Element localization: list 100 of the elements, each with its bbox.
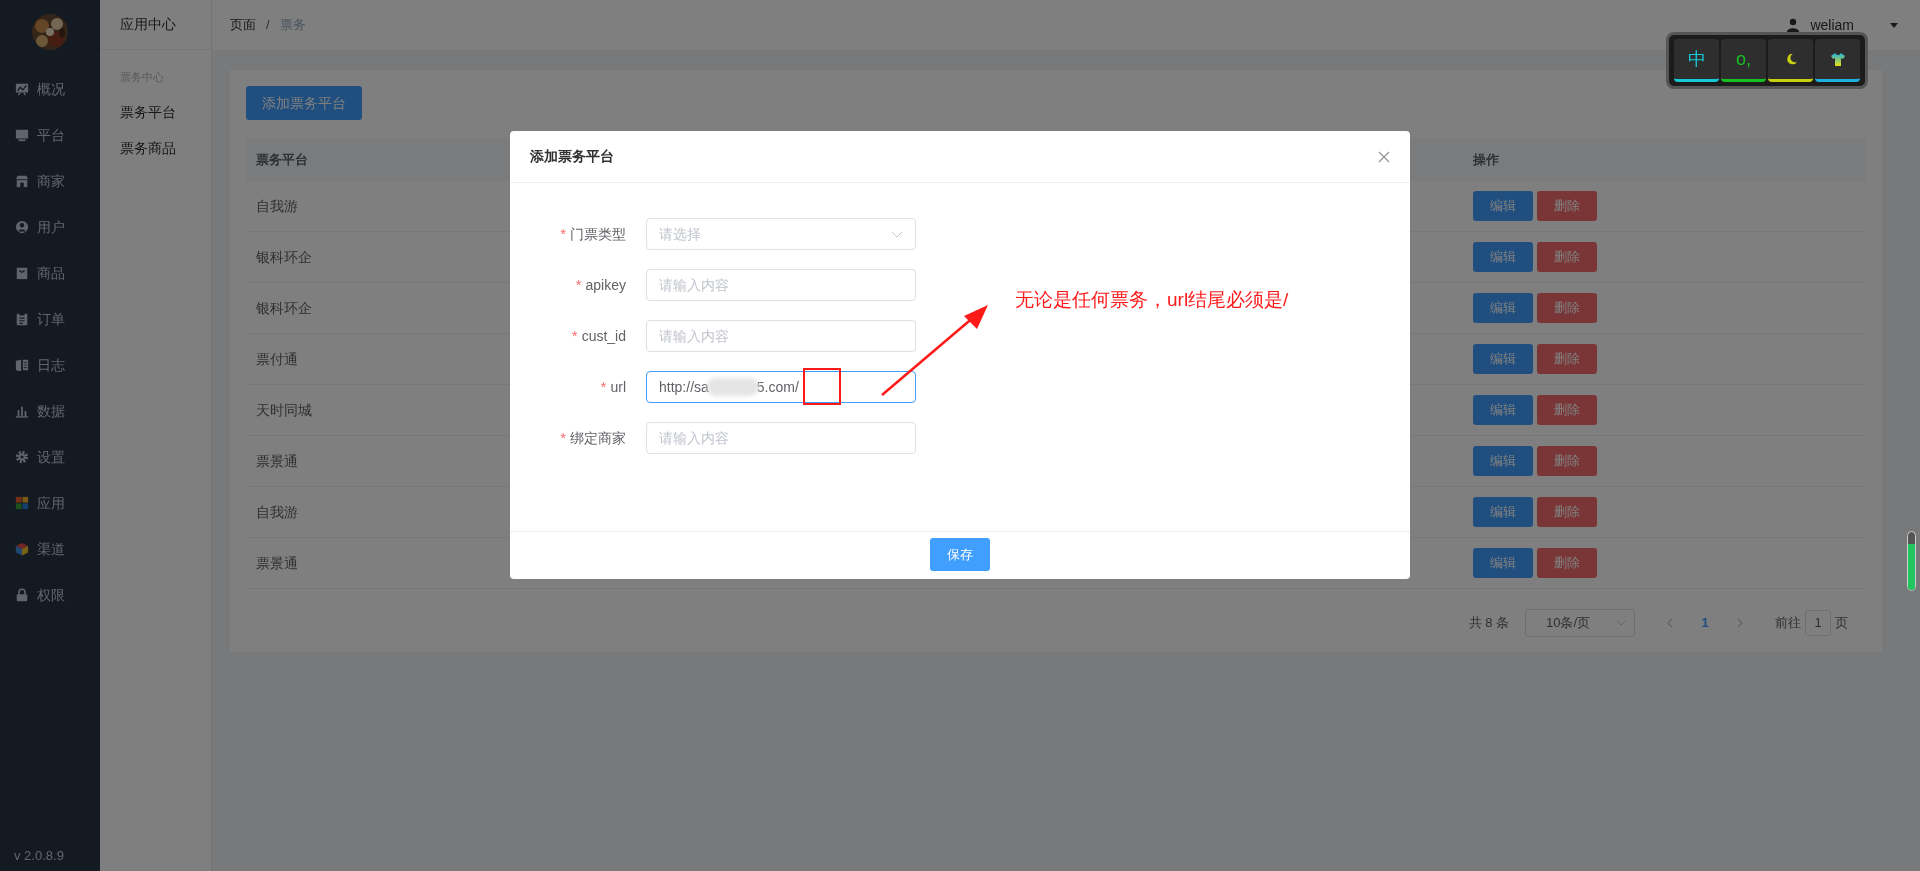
placeholder-text: 请输入内容 [659, 275, 729, 295]
delete-button[interactable]: 删除 [1537, 293, 1597, 323]
table-cell: 自我游 [256, 197, 298, 214]
field-label: cust_id [581, 326, 626, 346]
user-icon [1786, 18, 1801, 32]
bag-icon [15, 266, 29, 280]
cube-icon [15, 542, 29, 556]
delete-button[interactable]: 删除 [1537, 497, 1597, 527]
placeholder-text: 请选择 [659, 224, 702, 244]
shirt-icon [1829, 51, 1846, 67]
select-field[interactable]: 请选择 [646, 218, 916, 250]
table-cell: 票付通 [256, 350, 298, 367]
edit-button[interactable]: 编辑 [1473, 344, 1533, 374]
input-field[interactable]: 请输入内容 [646, 269, 916, 301]
table-cell: 票景通 [256, 452, 298, 469]
edit-button[interactable]: 编辑 [1473, 395, 1533, 425]
submenu-item[interactable]: 票务平台 [120, 101, 176, 123]
delete-button[interactable]: 删除 [1537, 548, 1597, 578]
close-button[interactable] [1378, 150, 1390, 163]
annotation-text: 无论是任何票务，url结尾必须是/ [1015, 288, 1289, 312]
input-field[interactable]: 请输入内容 [646, 422, 916, 454]
caret-icon [1890, 22, 1898, 28]
page-number[interactable]: 1 [1685, 613, 1725, 633]
delete-button[interactable]: 删除 [1537, 242, 1597, 272]
dialog-title: 添加票务平台 [530, 147, 614, 166]
placeholder-text: 请输入内容 [659, 428, 729, 448]
required-asterisk: * [575, 274, 582, 295]
submenu-title: 应用中心 [120, 15, 176, 34]
breadcrumb-item[interactable]: 页面 [230, 15, 256, 35]
delete-button[interactable]: 删除 [1537, 446, 1597, 476]
page-size-select[interactable]: 10条/页 [1525, 609, 1635, 637]
edit-button[interactable]: 编辑 [1473, 242, 1533, 272]
table-cell: 银科环企 [256, 248, 312, 265]
toolbar-key[interactable] [1768, 39, 1813, 82]
table-cell: 银科环企 [256, 299, 312, 316]
chevron-left-icon [1667, 618, 1673, 628]
required-asterisk: * [560, 223, 566, 244]
edit-button[interactable]: 编辑 [1473, 446, 1533, 476]
gear-icon [15, 450, 29, 464]
field-label: url [610, 377, 626, 397]
book-icon [15, 358, 29, 372]
required-asterisk: * [600, 376, 607, 397]
column-header: 操作 [1473, 152, 1499, 168]
shop-icon [15, 174, 29, 188]
goto-suffix: 页 [1835, 614, 1848, 633]
placeholder-text: 请输入内容 [659, 326, 729, 346]
toolbar-key[interactable] [1815, 39, 1860, 82]
monitor-icon [15, 128, 29, 142]
toolbar-key[interactable]: 中 [1674, 39, 1719, 82]
input-field[interactable]: 请输入内容 [646, 320, 916, 352]
sidebar-item[interactable]: 订单 [0, 296, 100, 342]
highlight-rectangle [803, 368, 841, 405]
field-value: http://sa [659, 377, 709, 397]
delete-button[interactable]: 删除 [1537, 344, 1597, 374]
sidebar-item[interactable]: 权限 [0, 572, 100, 618]
toolbar-key[interactable]: o, [1721, 39, 1766, 82]
level-capsule-drawing [1907, 531, 1916, 591]
goto-page-field[interactable]: 1 [1805, 610, 1831, 636]
sidebar-item[interactable]: 商品 [0, 250, 100, 296]
save-button[interactable]: 保存 [930, 538, 990, 571]
column-header: 票务平台 [256, 152, 308, 168]
delete-button[interactable]: 删除 [1537, 191, 1597, 221]
chevron-right-icon [1737, 618, 1743, 628]
sidebar-item[interactable]: 商家 [0, 158, 100, 204]
edit-button[interactable]: 编辑 [1473, 191, 1533, 221]
edit-button[interactable]: 编辑 [1473, 293, 1533, 323]
table-cell: 票景通 [256, 554, 298, 571]
required-asterisk: * [560, 427, 566, 448]
user-name[interactable]: weliam [1810, 14, 1854, 36]
field-label: 门票类型 [570, 224, 626, 244]
version-label: v 2.0.8.9 [13, 846, 65, 865]
submenu-item[interactable]: 票务商品 [120, 137, 176, 159]
sidebar-item[interactable]: 日志 [0, 342, 100, 388]
sidebar-item[interactable]: 用户 [0, 204, 100, 250]
field-label: 绑定商家 [570, 428, 626, 448]
clipboard-icon [15, 312, 29, 326]
delete-button[interactable]: 删除 [1537, 395, 1597, 425]
sidebar-item[interactable]: 数据 [0, 388, 100, 434]
chart-icon [15, 82, 29, 96]
table-cell: 天时同城 [256, 401, 312, 418]
field-label: apikey [585, 275, 626, 295]
total-count: 共 8 条 [1468, 614, 1509, 633]
required-asterisk: * [571, 325, 578, 346]
chevron-down-icon [1616, 620, 1626, 626]
user-icon [15, 220, 29, 234]
edit-button[interactable]: 编辑 [1473, 497, 1533, 527]
sidebar-item[interactable]: 应用 [0, 480, 100, 526]
input-field[interactable]: http://sa 5.com/ [646, 371, 916, 403]
breadcrumb-separator: / [265, 16, 271, 35]
sidebar-item[interactable]: 概况 [0, 66, 100, 112]
edit-button[interactable]: 编辑 [1473, 548, 1533, 578]
bar-chart-icon [15, 404, 29, 418]
page-size-value: 10条/页 [1546, 614, 1592, 633]
grid-icon [15, 496, 29, 510]
sidebar-item[interactable]: 设置 [0, 434, 100, 480]
lock-icon [15, 588, 29, 602]
sidebar-item[interactable]: 渠道 [0, 526, 100, 572]
add-platform-button[interactable]: 添加票务平台 [246, 86, 362, 120]
sidebar-item[interactable]: 平台 [0, 112, 100, 158]
table-cell: 自我游 [256, 503, 298, 520]
